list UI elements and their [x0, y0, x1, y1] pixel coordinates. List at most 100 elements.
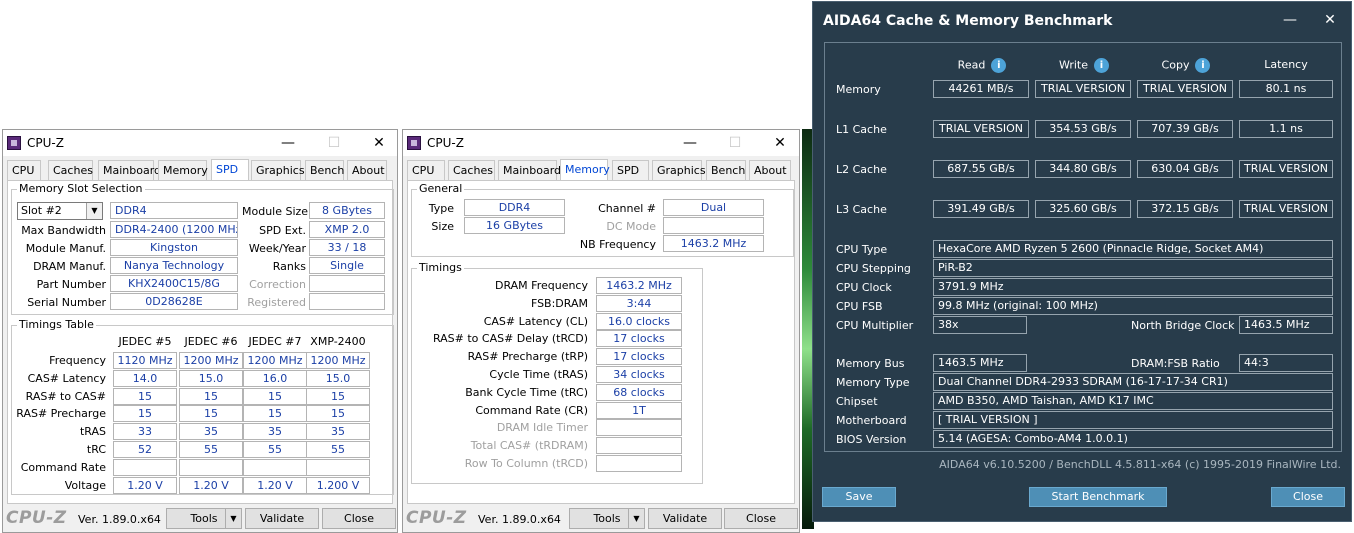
ranks-value: Single: [309, 257, 385, 274]
tools-button[interactable]: Tools ▼: [166, 508, 242, 529]
tab-spd[interactable]: SPD: [612, 160, 649, 180]
desktop: CPU-Z — ☐ ✕ CPU Caches Mainboard Memory …: [0, 0, 1354, 533]
cpuz-app-icon: [7, 136, 21, 150]
cpuz-memory-titlebar[interactable]: CPU-Z — ☐ ✕: [403, 130, 799, 156]
close-button[interactable]: Close: [322, 508, 396, 529]
memory-bus-value: 1463.5 MHz: [933, 354, 1027, 372]
timing-value: [596, 419, 682, 437]
tab-spd[interactable]: SPD: [211, 159, 249, 180]
chevron-down-icon[interactable]: ▼: [225, 509, 241, 528]
tab-caches[interactable]: Caches: [48, 160, 93, 180]
bottom-bar: CPU-Z Ver. 1.89.0.x64 Tools ▼ Validate C…: [403, 506, 799, 532]
tab-graphics[interactable]: Graphics: [652, 160, 706, 180]
type-value: DDR4: [464, 199, 565, 216]
benchmark-panel: Read i Write i Copy i Latency Memory 44261 M…: [824, 42, 1342, 452]
timing-label: RAS# Precharge (tRP): [467, 350, 588, 364]
timings-cell: 1200 MHz: [179, 352, 243, 369]
tab-cpu[interactable]: CPU: [407, 160, 445, 180]
slot-select[interactable]: Slot #2 ▼: [17, 202, 103, 220]
timings-row-label: CAS# Latency: [27, 371, 106, 385]
tab-memory[interactable]: Memory: [158, 160, 208, 180]
tab-graphics[interactable]: Graphics: [251, 160, 305, 180]
timings-row-label: RAS# Precharge: [16, 407, 106, 421]
timings-cell: 1200 MHz: [243, 352, 307, 369]
timing-label: FSB:DRAM: [530, 296, 588, 310]
dram-fsb-value: 44:3: [1239, 354, 1333, 372]
close-window-button[interactable]: ✕: [364, 133, 394, 153]
tab-cpu[interactable]: CPU: [7, 160, 41, 180]
version-label: Ver. 1.89.0.x64: [478, 513, 561, 526]
chevron-down-icon: ▼: [86, 203, 102, 219]
tab-about[interactable]: About: [347, 160, 387, 180]
week-year-label: Week/Year: [248, 242, 306, 255]
cpuz-spd-titlebar[interactable]: CPU-Z — ☐ ✕: [3, 130, 397, 156]
benchmark-result: 44261 MB/s: [933, 80, 1029, 98]
memory-type-value: Dual Channel DDR4-2933 SDRAM (16-17-17-3…: [933, 373, 1333, 391]
tab-bench[interactable]: Bench: [305, 160, 344, 180]
col-read-label: Read: [957, 58, 986, 72]
close-button[interactable]: Close: [1271, 487, 1345, 507]
benchmark-result: 372.15 GB/s: [1137, 200, 1233, 218]
timing-value: 17 clocks: [596, 348, 682, 366]
nb-frequency-label: NB Frequency: [579, 238, 656, 251]
tab-bench[interactable]: Bench: [706, 160, 746, 180]
timing-value: 1T: [596, 401, 682, 419]
benchmark-result: 325.60 GB/s: [1035, 200, 1131, 218]
dc-mode-value: [663, 217, 764, 234]
timing-value: 17 clocks: [596, 330, 682, 348]
cpu-multiplier-label: CPU Multiplier: [836, 319, 914, 332]
timings-cell: 15: [113, 405, 177, 423]
tools-button[interactable]: Tools ▼: [569, 508, 645, 529]
bios-version-label: BIOS Version: [836, 433, 907, 446]
memory-bus-label: Memory Bus: [836, 357, 905, 370]
save-button[interactable]: Save: [822, 487, 896, 507]
spd-ext-value: XMP 2.0: [309, 221, 385, 238]
tab-about[interactable]: About: [749, 160, 791, 180]
info-icon[interactable]: i: [1195, 58, 1211, 73]
registered-label: Registered: [247, 296, 306, 309]
benchmark-row-label: L1 Cache: [836, 123, 887, 136]
start-benchmark-button[interactable]: Start Benchmark: [1029, 487, 1167, 507]
col-copy: Copy i: [1137, 58, 1235, 73]
nb-clock-label: North Bridge Clock: [1131, 319, 1235, 332]
close-window-button[interactable]: ✕: [1318, 10, 1342, 30]
benchmark-row-label: Memory: [836, 83, 881, 96]
tab-mainboard[interactable]: Mainboard: [98, 160, 161, 180]
timing-label: CAS# Latency (CL): [483, 314, 588, 328]
timings-cell: 55: [179, 441, 243, 458]
close-button[interactable]: Close: [724, 508, 798, 529]
tab-mainboard[interactable]: Mainboard: [498, 160, 561, 180]
channel-value: Dual: [663, 199, 764, 216]
tab-caches[interactable]: Caches: [448, 160, 495, 180]
benchmark-result: TRIAL VERSION: [1035, 80, 1131, 98]
info-icon[interactable]: i: [991, 58, 1007, 73]
close-window-button[interactable]: ✕: [765, 133, 795, 153]
validate-button[interactable]: Validate: [648, 508, 722, 529]
cpu-stepping-value: PiR-B2: [933, 259, 1333, 277]
module-manuf-label: Module Manuf.: [25, 242, 106, 255]
chevron-down-icon[interactable]: ▼: [628, 509, 644, 528]
col-latency-label: Latency: [1264, 58, 1308, 71]
cpuz-app-icon: [407, 136, 421, 150]
cpu-multiplier-value: 38x: [933, 316, 1027, 334]
minimize-button[interactable]: —: [675, 133, 705, 153]
info-icon[interactable]: i: [1094, 58, 1110, 73]
week-year-value: 33 / 18: [309, 239, 385, 256]
dram-fsb-label: DRAM:FSB Ratio: [1131, 357, 1220, 370]
chipset-label: Chipset: [836, 395, 878, 408]
minimize-button[interactable]: —: [1278, 10, 1302, 30]
timings-cell: 15: [243, 405, 307, 423]
cpu-clock-value: 3791.9 MHz: [933, 278, 1333, 296]
timings-cell: [113, 458, 177, 476]
minimize-button[interactable]: —: [273, 133, 303, 153]
timing-label: Command Rate (CR): [475, 403, 588, 417]
timing-label: Cycle Time (tRAS): [489, 368, 588, 381]
module-size-label: Module Size: [242, 205, 309, 218]
timing-value: [596, 455, 682, 472]
tab-memory[interactable]: Memory: [560, 159, 610, 180]
timings-column-header: JEDEC #7: [248, 335, 302, 348]
serial-number-value: 0D28628E: [110, 293, 238, 310]
timings-cell: 15: [179, 405, 243, 423]
max-bandwidth-value: DDR4-2400 (1200 MHz): [110, 221, 238, 238]
validate-button[interactable]: Validate: [245, 508, 319, 529]
